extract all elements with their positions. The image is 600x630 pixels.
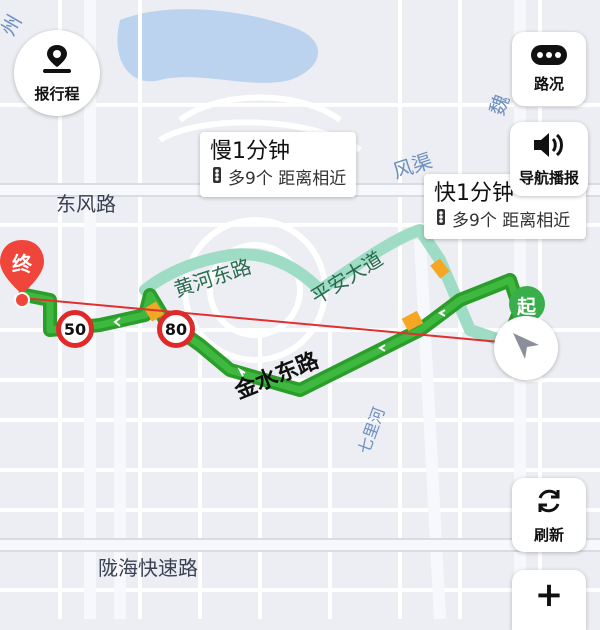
refresh-button[interactable]: 刷新 — [512, 478, 586, 552]
traffic-button[interactable]: 路况 — [512, 32, 586, 106]
congestion-segment — [144, 301, 164, 322]
more-dots-icon — [531, 44, 567, 69]
road-label-dongfeng: 东风路 — [56, 192, 116, 216]
route-bubble-slow[interactable]: 慢1分钟 多9个 距离相近 — [200, 132, 357, 197]
road-label-longhai: 陇海快速路 — [98, 556, 198, 580]
zoom-in-button[interactable]: + — [512, 570, 586, 630]
speaker-icon — [532, 131, 566, 163]
report-trip-button[interactable]: 报行程 — [14, 30, 100, 116]
congestion-segment — [430, 258, 450, 279]
route-bubble-title: 慢1分钟 — [210, 139, 290, 164]
start-marker-label: 起 — [517, 296, 537, 318]
speed-limit-sign: 50 — [56, 310, 94, 348]
route-bubble-detail: 多9个 距离相近 — [452, 210, 571, 231]
refresh-label: 刷新 — [533, 525, 564, 544]
route-bubble-detail: 多9个 距离相近 — [228, 168, 347, 189]
locate-button[interactable] — [494, 316, 558, 380]
report-trip-label: 报行程 — [34, 84, 80, 103]
location-pin-icon — [39, 43, 75, 79]
traffic-label: 路况 — [533, 74, 564, 93]
plus-icon: + — [534, 575, 564, 615]
refresh-icon — [534, 486, 564, 520]
nav-broadcast-button[interactable]: 导航播报 — [510, 122, 588, 196]
traffic-light-icon — [210, 166, 224, 191]
nav-broadcast-label: 导航播报 — [518, 168, 579, 187]
end-marker-label: 终 — [12, 252, 32, 276]
navigation-arrow-icon — [509, 329, 543, 367]
congestion-segment — [401, 310, 424, 332]
traffic-light-icon — [434, 208, 448, 233]
speed-limit-sign: 80 — [157, 310, 195, 348]
